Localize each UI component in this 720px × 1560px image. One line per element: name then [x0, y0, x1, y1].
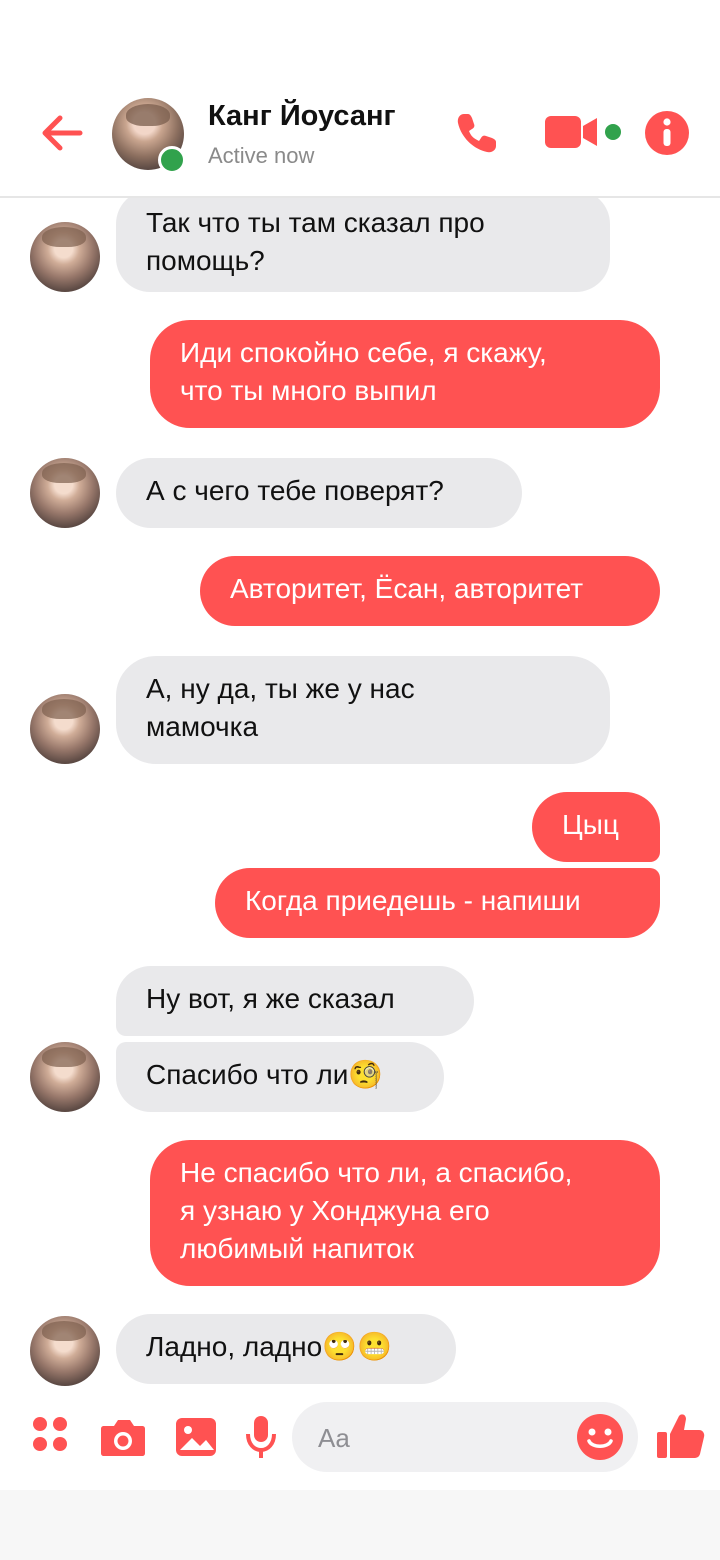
info-button[interactable]	[644, 110, 690, 156]
online-indicator	[158, 146, 186, 174]
emoji-icon	[577, 1414, 623, 1460]
message-composer	[0, 1390, 720, 1490]
image-icon	[176, 1418, 216, 1456]
contact-status: Active now	[208, 143, 315, 168]
message-input[interactable]	[316, 1402, 570, 1474]
sender-avatar[interactable]	[30, 694, 100, 764]
message-outgoing[interactable]: Авторитет, Ёсан, авторитет	[200, 556, 660, 626]
message-incoming[interactable]: Спасибо что ли🧐	[116, 1042, 444, 1112]
back-button[interactable]	[38, 108, 88, 158]
message-incoming[interactable]: Ну вот, я же сказал	[116, 966, 474, 1036]
thumbs-up-button[interactable]	[655, 1410, 707, 1462]
microphone-icon	[246, 1416, 276, 1458]
message-input-container	[292, 1402, 638, 1474]
message-incoming[interactable]: Ладно, ладно🙄😬	[116, 1314, 456, 1384]
camera-icon	[101, 1420, 145, 1456]
sender-avatar[interactable]	[30, 458, 100, 528]
thumbs-up-icon	[657, 1414, 705, 1458]
camera-button[interactable]	[98, 1410, 154, 1466]
message-incoming[interactable]: А, ну да, ты же у нас мамочка	[116, 656, 610, 764]
contact-name[interactable]: Канг Йоусанг	[208, 100, 396, 133]
sender-avatar[interactable]	[30, 1316, 100, 1386]
sender-avatar[interactable]	[30, 1042, 100, 1112]
message-outgoing[interactable]: Не спасибо что ли, а спасибо, я узнаю у …	[150, 1140, 660, 1286]
back-arrow-icon	[42, 115, 83, 151]
chat-header: Канг Йоусанг Active now	[0, 0, 720, 198]
message-incoming[interactable]: Так что ты там сказал про помощь?	[116, 198, 610, 292]
system-navigation-area	[0, 1490, 720, 1560]
sender-avatar[interactable]	[30, 222, 100, 292]
gallery-button[interactable]	[172, 1410, 228, 1466]
message-outgoing[interactable]: Цыц	[532, 792, 660, 862]
apps-icon	[33, 1417, 67, 1451]
info-icon	[645, 111, 689, 155]
voice-message-button[interactable]	[240, 1410, 296, 1466]
voice-call-button[interactable]	[452, 108, 502, 158]
emoji-button[interactable]	[576, 1413, 624, 1461]
video-call-button[interactable]	[543, 112, 623, 152]
message-outgoing[interactable]: Иди спокойно себе, я скажу, что ты много…	[150, 320, 660, 428]
phone-icon	[457, 114, 496, 153]
video-camera-icon	[545, 116, 621, 148]
apps-button[interactable]	[28, 1410, 84, 1466]
message-incoming[interactable]: А с чего тебе поверят?	[116, 458, 522, 528]
message-outgoing[interactable]: Когда приедешь - напиши	[215, 868, 660, 938]
message-list[interactable]: Так что ты там сказал про помощь? Иди сп…	[0, 198, 720, 1390]
